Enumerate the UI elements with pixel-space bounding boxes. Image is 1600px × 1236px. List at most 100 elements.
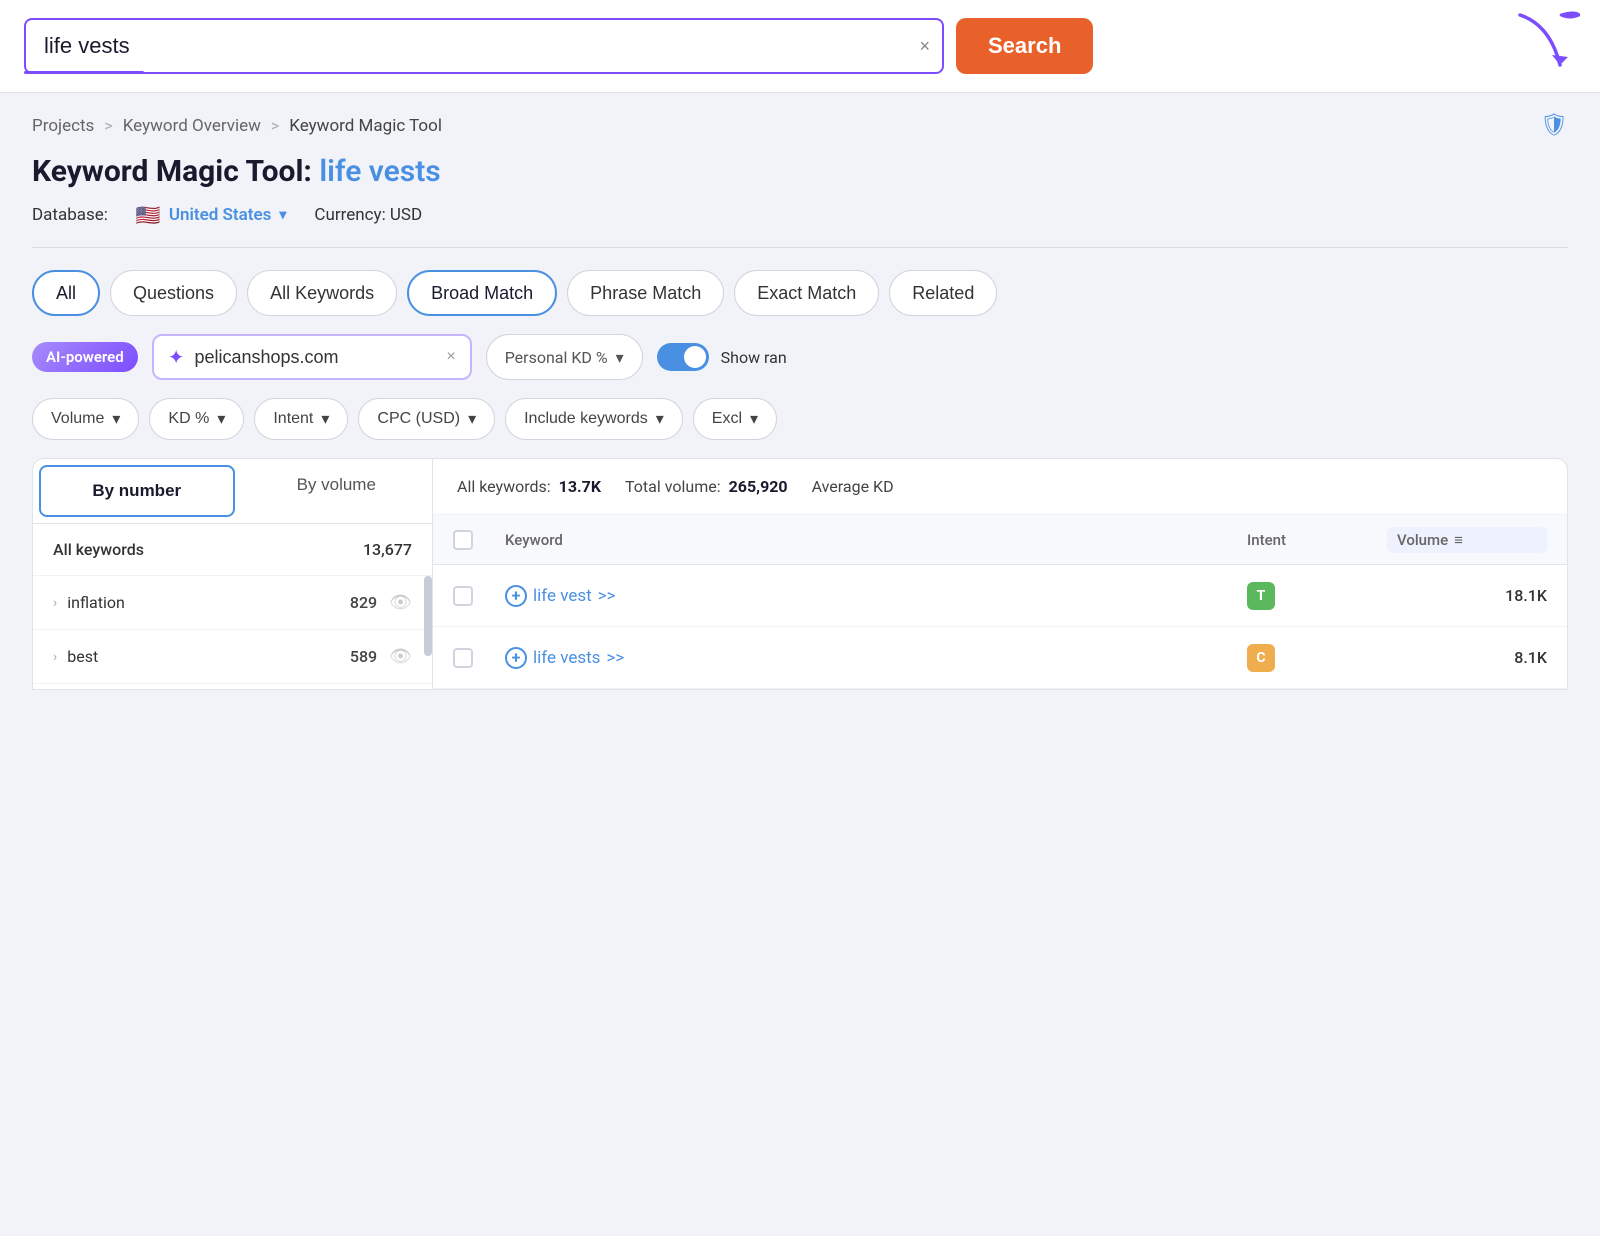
row-checkbox-cell bbox=[453, 648, 505, 668]
exclude-filter[interactable]: Excl ▾ bbox=[693, 398, 777, 440]
row-checkbox[interactable] bbox=[453, 586, 473, 606]
search-underline bbox=[24, 71, 144, 74]
list-item-chevron-icon: › bbox=[53, 649, 57, 665]
search-button[interactable]: Search bbox=[956, 18, 1093, 74]
tab-by-number[interactable]: By number bbox=[39, 465, 235, 517]
tab-by-volume[interactable]: By volume bbox=[241, 459, 433, 511]
row-checkbox-cell bbox=[453, 586, 505, 606]
total-volume-stats-label: Total volume: bbox=[625, 477, 721, 496]
keyword-text: life vest bbox=[533, 586, 592, 606]
search-input[interactable]: life vests bbox=[24, 18, 944, 74]
th-intent-label: Intent bbox=[1247, 531, 1286, 549]
row-checkbox[interactable] bbox=[453, 648, 473, 668]
intent-chevron-down-icon: ▾ bbox=[321, 409, 329, 429]
all-keywords-row: All keywords 13,677 bbox=[33, 524, 432, 576]
clear-search-button[interactable]: × bbox=[919, 37, 930, 55]
intent-filter[interactable]: Intent ▾ bbox=[254, 398, 348, 440]
eye-icon[interactable]: 👁 bbox=[389, 646, 412, 667]
content-area: By number By volume All keywords 13,677 … bbox=[0, 458, 1600, 690]
database-country: United States bbox=[169, 205, 272, 225]
volume-chevron-down-icon: ▾ bbox=[112, 409, 120, 429]
right-panel: All keywords: 13.7K Total volume: 265,92… bbox=[432, 458, 1568, 690]
breadcrumb-keyword-overview[interactable]: Keyword Overview bbox=[123, 116, 261, 136]
list-item-label: best bbox=[67, 647, 350, 666]
row-keyword-cell: + life vest >> bbox=[505, 585, 1247, 607]
list-item[interactable]: › inflation 829 👁 bbox=[33, 576, 432, 630]
total-volume-stats-value: 265,920 bbox=[729, 477, 788, 496]
keyword-arrow: >> bbox=[606, 648, 624, 668]
show-ranking-toggle[interactable] bbox=[657, 343, 709, 371]
tab-related[interactable]: Related bbox=[889, 270, 997, 316]
kd-filter-label: KD % bbox=[168, 410, 209, 428]
volume-filter[interactable]: Volume ▾ bbox=[32, 398, 139, 440]
search-container: life vests × bbox=[24, 18, 944, 74]
keyword-link[interactable]: + life vest >> bbox=[505, 585, 1247, 607]
database-row: Database: 🇺🇸 United States ▾ Currency: U… bbox=[0, 195, 1600, 247]
tab-exact-match[interactable]: Exact Match bbox=[734, 270, 879, 316]
eye-icon[interactable]: 👁 bbox=[389, 592, 412, 613]
all-keywords-count: 13,677 bbox=[363, 540, 412, 559]
intent-badge: T bbox=[1247, 582, 1275, 610]
tab-questions[interactable]: Questions bbox=[110, 270, 237, 316]
th-keyword-label: Keyword bbox=[505, 531, 563, 549]
currency-label: Currency: USD bbox=[314, 205, 422, 225]
tab-broad-match[interactable]: Broad Match bbox=[407, 270, 557, 316]
table-header: Keyword Intent Volume ≡ bbox=[433, 515, 1567, 565]
scrollbar-thumb[interactable] bbox=[424, 576, 432, 656]
list-item-label: inflation bbox=[67, 593, 350, 612]
intent-filter-label: Intent bbox=[273, 410, 313, 428]
list-item-chevron-icon: › bbox=[53, 595, 57, 611]
list-item[interactable]: › best 589 👁 bbox=[33, 630, 432, 684]
exclude-chevron-down-icon: ▾ bbox=[750, 409, 758, 429]
sort-icon: ≡ bbox=[1454, 531, 1463, 549]
page-title-keyword-value: life vests bbox=[319, 154, 440, 189]
kd-chevron-down-icon: ▾ bbox=[616, 348, 624, 367]
cpc-chevron-down-icon: ▾ bbox=[468, 409, 476, 429]
cpc-filter[interactable]: CPC (USD) ▾ bbox=[358, 398, 495, 440]
select-all-checkbox[interactable] bbox=[453, 530, 473, 550]
table-row: + life vest >> T 18.1K bbox=[433, 565, 1567, 627]
filter-row: Volume ▾ KD % ▾ Intent ▾ CPC (USD) ▾ Inc… bbox=[0, 398, 1600, 458]
all-keywords-stats-value: 13.7K bbox=[559, 477, 601, 496]
volume-filter-label: Volume bbox=[51, 410, 104, 428]
sparkle-icon: ✦ bbox=[168, 345, 185, 369]
database-selector[interactable]: 🇺🇸 United States ▾ bbox=[136, 203, 287, 227]
th-keyword: Keyword bbox=[505, 531, 1247, 549]
page-title-prefix: Keyword Magic Tool: bbox=[32, 154, 312, 189]
arrow-annotation bbox=[1470, 5, 1580, 79]
kd-filter-chevron-down-icon: ▾ bbox=[217, 409, 225, 429]
tab-phrase-match[interactable]: Phrase Match bbox=[567, 270, 724, 316]
list-item-count: 829 bbox=[350, 593, 377, 612]
breadcrumb-projects[interactable]: Projects bbox=[32, 116, 94, 136]
tab-all-keywords[interactable]: All Keywords bbox=[247, 270, 397, 316]
th-volume[interactable]: Volume ≡ bbox=[1387, 527, 1547, 553]
tab-all[interactable]: All bbox=[32, 270, 100, 316]
include-keywords-filter[interactable]: Include keywords ▾ bbox=[505, 398, 683, 440]
intent-badge: C bbox=[1247, 644, 1275, 672]
table-row: + life vests >> C 8.1K bbox=[433, 627, 1567, 689]
cpc-filter-label: CPC (USD) bbox=[377, 410, 460, 428]
page-title: Keyword Magic Tool: life vests bbox=[32, 154, 1568, 189]
page-title-area: Keyword Magic Tool: life vests bbox=[0, 144, 1600, 195]
stats-row: All keywords: 13.7K Total volume: 265,92… bbox=[433, 459, 1567, 515]
ai-input-container[interactable]: ✦ × bbox=[152, 334, 472, 380]
breadcrumb-sep-2: > bbox=[271, 116, 279, 135]
ai-clear-button[interactable]: × bbox=[446, 348, 455, 366]
left-panel-list: › inflation 829 👁 › best 589 👁 bbox=[33, 576, 432, 684]
show-ranking-toggle-container: Show ran bbox=[657, 343, 787, 371]
semrush-icon: 🛡 bbox=[1540, 113, 1568, 138]
kd-filter[interactable]: KD % ▾ bbox=[149, 398, 244, 440]
avg-kd-label: Average KD bbox=[812, 477, 894, 496]
panel-tabs: By number By volume bbox=[33, 459, 432, 524]
keyword-link[interactable]: + life vests >> bbox=[505, 647, 1247, 669]
toggle-knob bbox=[684, 346, 706, 368]
include-keywords-label: Include keywords bbox=[524, 410, 648, 428]
personal-kd-dropdown[interactable]: Personal KD % ▾ bbox=[486, 334, 643, 380]
add-keyword-icon[interactable]: + bbox=[505, 585, 527, 607]
flag-icon: 🇺🇸 bbox=[136, 203, 161, 227]
add-keyword-icon[interactable]: + bbox=[505, 647, 527, 669]
personal-kd-label: Personal KD % bbox=[505, 348, 608, 367]
all-keywords-label: All keywords bbox=[53, 540, 363, 559]
ai-domain-input[interactable] bbox=[194, 347, 436, 368]
list-item-count: 589 bbox=[350, 647, 377, 666]
